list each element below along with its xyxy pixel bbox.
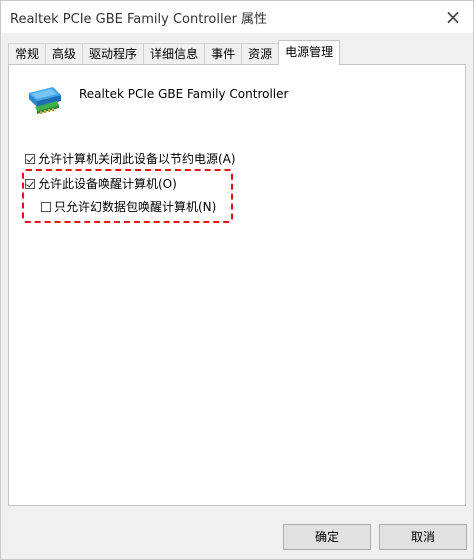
device-name: Realtek PCIe GBE Family Controller (79, 87, 289, 101)
power-management-panel: Realtek PCIe GBE Family Controller 允许计算机… (8, 64, 466, 506)
window-title: Realtek PCIe GBE Family Controller 属性 (10, 12, 268, 27)
tab-general[interactable]: 常规 (8, 43, 47, 65)
allow-wake-option[interactable]: 允许此设备唤醒计算机(O) (25, 175, 177, 192)
magic-packet-label: 只允许幻数据包唤醒计算机(N) (54, 200, 217, 214)
tab-power-management[interactable]: 电源管理 (278, 40, 341, 65)
tab-advanced[interactable]: 高级 (45, 43, 84, 65)
allow-turn-off-label: 允许计算机关闭此设备以节约电源(A) (38, 152, 236, 166)
title-bar: Realtek PCIe GBE Family Controller 属性 × (1, 1, 473, 33)
cancel-button[interactable]: 取消 (379, 524, 467, 550)
allow-wake-label: 允许此设备唤醒计算机(O) (38, 177, 177, 191)
allow-wake-checkbox[interactable] (25, 178, 35, 189)
network-adapter-icon (29, 87, 61, 114)
magic-packet-checkbox[interactable] (41, 201, 51, 212)
tab-resources[interactable]: 资源 (241, 43, 280, 65)
tab-events[interactable]: 事件 (204, 43, 243, 65)
tab-strip: 常规 高级 驱动程序 详细信息 事件 资源 电源管理 (8, 40, 341, 65)
magic-packet-option[interactable]: 只允许幻数据包唤醒计算机(N) (41, 198, 216, 215)
tab-details[interactable]: 详细信息 (143, 43, 206, 65)
close-button[interactable]: × (439, 3, 467, 31)
properties-dialog: Realtek PCIe GBE Family Controller 属性 × … (0, 0, 474, 560)
allow-turn-off-option[interactable]: 允许计算机关闭此设备以节约电源(A) (25, 150, 236, 167)
tab-driver[interactable]: 驱动程序 (82, 43, 145, 65)
ok-button[interactable]: 确定 (283, 524, 371, 550)
allow-turn-off-checkbox[interactable] (25, 153, 35, 164)
